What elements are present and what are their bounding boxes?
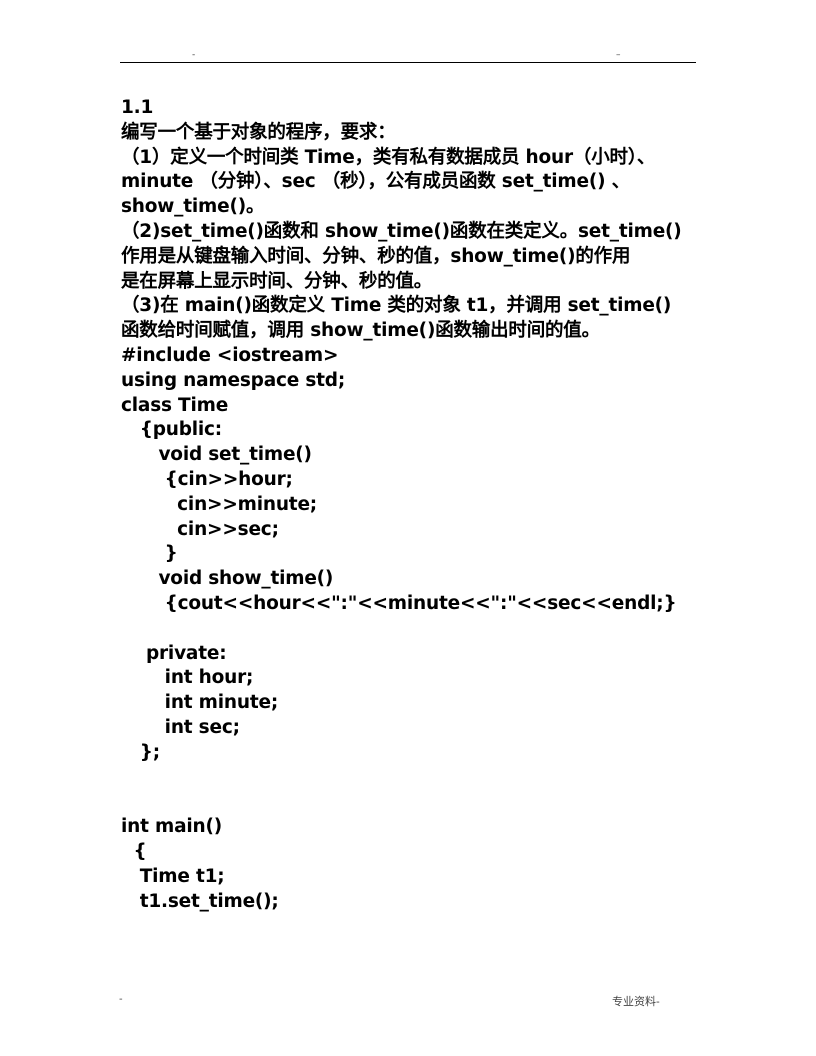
requirement-line: 作用是从键盘输入时间、分钟、秒的值，show_time()的作用 [121,245,631,267]
code-line: void show_time() [121,568,334,590]
code-line: {cin>>hour; [121,468,293,490]
header-rule [120,62,696,63]
footer-label: 专业资料- [612,995,660,1008]
code-line: }; [121,741,160,763]
code-line: t1.set_time(); [121,890,279,912]
requirement-line: minute （分钟）、sec （秒），公有成员函数 set_time() 、 [121,171,630,193]
requirement-line: （3)在 main()函数定义 Time 类的对象 t1，并调用 set_tim… [121,295,672,317]
code-line: using namespace std; [121,369,346,391]
code-line: { [121,840,147,862]
header-right-mark: – [616,50,621,60]
code-line: void set_time() [121,444,312,466]
code-line: Time t1; [121,865,225,887]
requirement-line: （1）定义一个时间类 Time，类有私有数据成员 hour（小时）、 [121,146,656,168]
code-line: int minute; [121,692,279,714]
code-line: int main() [121,816,222,838]
requirement-line: 是在屏幕上显示时间、分钟、秒的值。 [121,270,433,292]
code-line: cin>>sec; [121,518,279,540]
header-left-mark: - [192,50,196,60]
section-number: 1.1 [121,97,154,118]
code-line: int hour; [121,667,254,689]
intro-text: 编写一个基于对象的程序，要求： [121,121,396,143]
requirement-line: （2)set_time()函数和 show_time()函数在类定义。set_t… [121,220,682,242]
code-block: #include <iostream> using namespace std;… [121,344,701,914]
code-line: {public: [121,419,222,441]
code-line: #include <iostream> [121,344,339,366]
document-body: 1.1 编写一个基于对象的程序，要求： （1）定义一个时间类 Time，类有私有… [121,96,701,914]
code-line: {cout<<hour<<":"<<minute<<":"<<sec<<endl… [121,592,677,614]
code-line: } [121,543,178,565]
footer-left-mark: - [119,994,123,1005]
code-line: private: [121,642,227,664]
code-line: cin>>minute; [121,493,317,515]
requirement-line: show_time()。 [121,196,265,218]
requirements-list: （1）定义一个时间类 Time，类有私有数据成员 hour（小时）、 minut… [121,146,701,344]
code-line: class Time [121,394,229,416]
code-line: int sec; [121,716,240,738]
requirement-line: 函数给时间赋值，调用 show_time()函数输出时间的值。 [121,320,600,342]
